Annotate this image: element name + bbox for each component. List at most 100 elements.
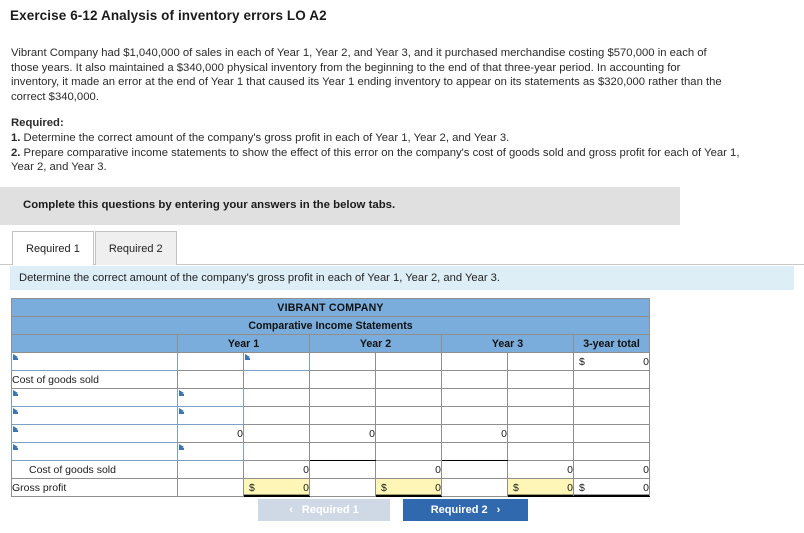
row-2-y1-main[interactable] — [243, 370, 310, 389]
tab-instruction-strip: Determine the correct amount of the comp… — [10, 266, 794, 290]
row-8-total-gross-profit: $0 — [573, 478, 650, 497]
row-7-y1-sub — [177, 460, 244, 479]
table-row — [11, 442, 650, 461]
required-item-1-text: Determine the correct amount of the comp… — [20, 131, 510, 144]
row-4-y1-sub-input[interactable] — [177, 406, 244, 425]
row-1-y3-sub[interactable] — [441, 352, 508, 371]
required-item-2: 2. Prepare comparative income statements… — [11, 146, 741, 176]
row-2-y2-main[interactable] — [375, 370, 442, 389]
sheet-header-company-row: VIBRANT COMPANY — [11, 298, 650, 317]
cell-caret-bar-icon — [13, 448, 18, 450]
row-5-y1-main[interactable] — [243, 424, 310, 443]
sheet-header-statement-row: Comparative Income Statements — [11, 316, 650, 335]
dollar-sign: $ — [579, 481, 585, 494]
row-1-y3-main[interactable] — [507, 352, 574, 371]
row-4-y2-main[interactable] — [375, 406, 442, 425]
comparative-income-statement-table: VIBRANT COMPANY Comparative Income State… — [11, 298, 650, 497]
row-8-y3-sub — [441, 478, 508, 497]
column-header-3-year-total: 3-year total — [573, 334, 650, 353]
table-row: Gross profit $0 $0 $0 $0 — [11, 478, 650, 497]
dollar-sign: $ — [249, 481, 255, 494]
row-2-y3-main[interactable] — [507, 370, 574, 389]
tab-required-1[interactable]: Required 1 — [12, 231, 94, 265]
exercise-page: Exercise 6-12 Analysis of inventory erro… — [0, 0, 804, 533]
required-item-2-text: Prepare comparative income statements to… — [11, 146, 740, 174]
instruction-bar-text: Complete this questions by entering your… — [23, 199, 396, 211]
pagination-nav: ‹ Required 1 Required 2 › — [258, 499, 528, 521]
row-8-y1-sub — [177, 478, 244, 497]
row-5-total — [573, 424, 650, 443]
row-1-y2-sub[interactable] — [309, 352, 376, 371]
dollar-sign: $ — [381, 481, 387, 494]
row-8-label: Gross profit — [11, 478, 178, 497]
row-3-y3-main[interactable] — [507, 388, 574, 407]
row-3-y2-sub[interactable] — [309, 388, 376, 407]
row-6-y3-main[interactable] — [507, 442, 574, 461]
required-item-1: 1. Determine the correct amount of the c… — [11, 131, 741, 146]
row-3-y1-sub-input[interactable] — [177, 388, 244, 407]
column-header-year-3: Year 3 — [441, 334, 574, 353]
row-6-y2-main[interactable] — [375, 442, 442, 461]
cell-caret-bar-icon — [179, 394, 184, 396]
income-statement-sheet: VIBRANT COMPANY Comparative Income State… — [11, 298, 650, 497]
row-3-total — [573, 388, 650, 407]
required-heading: Required: — [11, 117, 64, 129]
row-2-y3-sub[interactable] — [441, 370, 508, 389]
row-7-y2-sub — [309, 460, 376, 479]
row-2-y1-sub[interactable] — [177, 370, 244, 389]
row-1-y1-input[interactable] — [243, 352, 310, 371]
column-header-year-1: Year 1 — [177, 334, 310, 353]
row-3-y3-sub[interactable] — [441, 388, 508, 407]
cell-caret-bar-icon — [13, 412, 18, 414]
instruction-bar: Complete this questions by entering your… — [0, 187, 680, 225]
row-8-y1-value: 0 — [303, 481, 309, 494]
row-5-y2-subtotal: 0 — [309, 424, 376, 443]
cell-caret-bar-icon — [179, 412, 184, 414]
row-6-total — [573, 442, 650, 461]
cell-caret-bar-icon — [13, 358, 18, 360]
row-6-y1-main[interactable] — [243, 442, 310, 461]
row-3-y2-main[interactable] — [375, 388, 442, 407]
row-4-y3-main[interactable] — [507, 406, 574, 425]
row-7-y1-total: 0 — [243, 460, 310, 479]
row-6-y1-sub-input[interactable] — [177, 442, 244, 461]
row-1-label-input[interactable] — [11, 352, 178, 371]
tab-required-2[interactable]: Required 2 — [94, 231, 177, 265]
row-7-y3-sub — [441, 460, 508, 479]
tab-required-2-label: Required 2 — [108, 242, 163, 255]
row-6-y3-sub[interactable] — [441, 442, 508, 461]
chevron-left-icon: ‹ — [289, 503, 293, 516]
row-3-y1-main[interactable] — [243, 388, 310, 407]
next-button-label: Required 2 — [430, 504, 488, 516]
row-3-label-input[interactable] — [11, 388, 178, 407]
row-7-y2-total: 0 — [375, 460, 442, 479]
previous-button-label: Required 1 — [301, 504, 359, 516]
chevron-right-icon: › — [496, 503, 501, 516]
row-6-label-input[interactable] — [11, 442, 178, 461]
column-header-year-2: Year 2 — [309, 334, 442, 353]
row-5-label-input[interactable] — [11, 424, 178, 443]
previous-required-1-button[interactable]: ‹ Required 1 — [258, 499, 390, 521]
row-1-y1-sub[interactable] — [177, 352, 244, 371]
row-4-y2-sub[interactable] — [309, 406, 376, 425]
row-5-y2-main[interactable] — [375, 424, 442, 443]
required-item-1-number: 1. — [11, 131, 21, 144]
row-2-y2-sub[interactable] — [309, 370, 376, 389]
page-title: Exercise 6-12 Analysis of inventory erro… — [10, 8, 327, 23]
column-header-blank — [11, 334, 178, 353]
row-4-label-input[interactable] — [11, 406, 178, 425]
next-required-2-button[interactable]: Required 2 › — [403, 499, 528, 521]
row-7-y3-total: 0 — [507, 460, 574, 479]
row-8-y1-gross-profit: $0 — [243, 478, 310, 497]
row-8-y2-value: 0 — [435, 481, 441, 494]
table-row: $0 — [11, 352, 650, 371]
row-1-total: $0 — [573, 352, 650, 371]
row-1-y2-main[interactable] — [375, 352, 442, 371]
tab-instruction-text: Determine the correct amount of the comp… — [19, 272, 501, 284]
row-4-y1-main[interactable] — [243, 406, 310, 425]
row-6-y2-sub[interactable] — [309, 442, 376, 461]
row-4-y3-sub[interactable] — [441, 406, 508, 425]
row-8-total-value: 0 — [643, 481, 649, 494]
row-5-y3-main[interactable] — [507, 424, 574, 443]
dollar-sign: $ — [513, 481, 519, 494]
